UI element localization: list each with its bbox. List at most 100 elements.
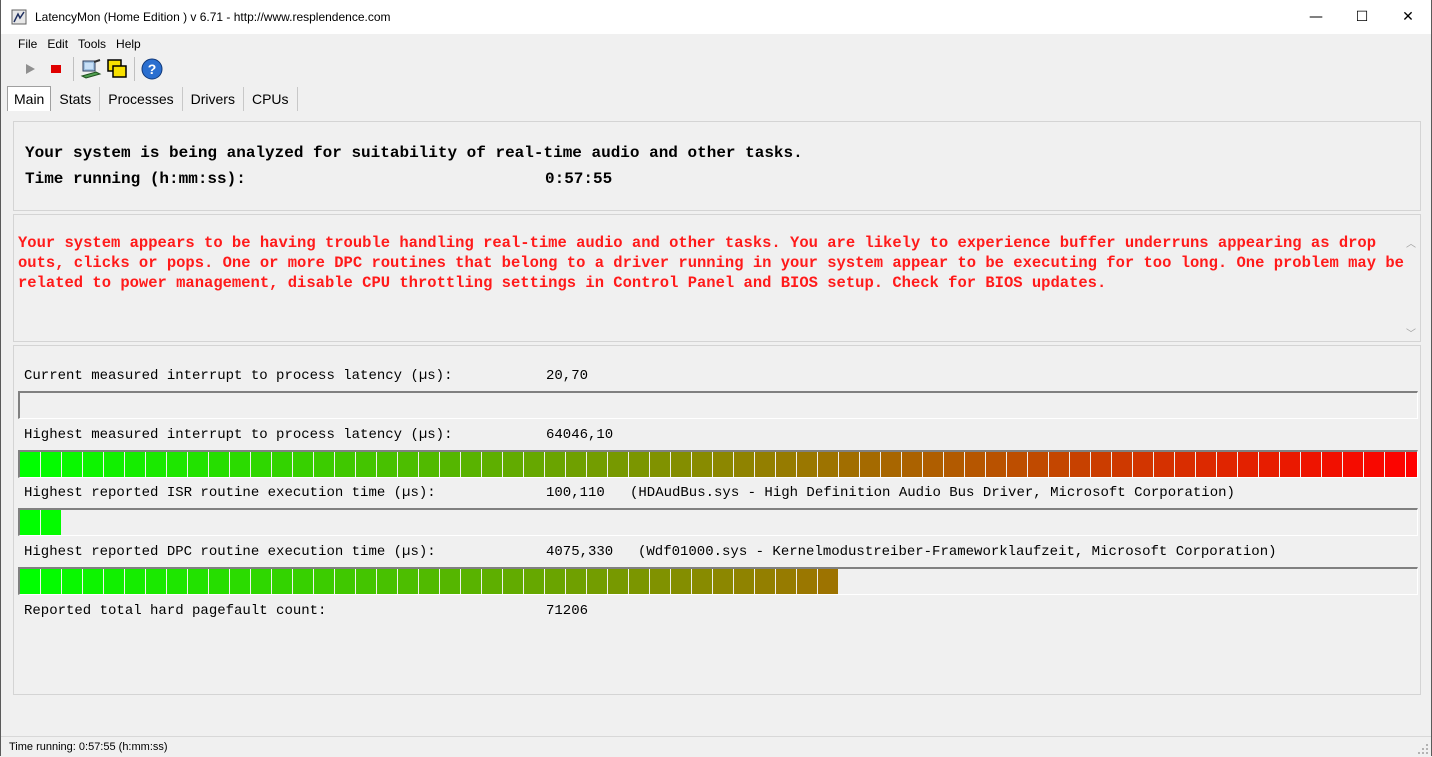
bar-segment xyxy=(1322,452,1342,477)
windows-button[interactable] xyxy=(104,56,130,82)
bar-segment xyxy=(398,569,418,594)
warning-text: Your system appears to be having trouble… xyxy=(18,234,1404,292)
bar-segment xyxy=(482,569,502,594)
toolbar-separator-2 xyxy=(134,57,135,81)
bar-segment-gap xyxy=(775,569,776,594)
bar-segment-gap xyxy=(187,569,188,594)
bar-segment xyxy=(125,569,145,594)
bar-segment-gap xyxy=(523,569,524,594)
dpc-driver: (Wdf01000.sys - Kernelmodustreiber-Frame… xyxy=(638,544,1277,560)
resize-grip-icon[interactable] xyxy=(1417,743,1429,755)
bar-segment-gap xyxy=(817,452,818,477)
maximize-button[interactable]: ☐ xyxy=(1339,0,1385,34)
bar-segment xyxy=(440,452,460,477)
help-button[interactable]: ? xyxy=(139,56,165,82)
bar-segment xyxy=(377,452,397,477)
bar-segment xyxy=(377,569,397,594)
bar-segment-gap xyxy=(796,452,797,477)
bar-segment xyxy=(545,569,565,594)
window-controls: — ☐ ✕ xyxy=(1293,0,1431,34)
dpc-time-bar xyxy=(18,567,1418,595)
bar-segment-gap xyxy=(334,452,335,477)
bar-segment xyxy=(335,452,355,477)
isr-time-bar-svg xyxy=(20,510,62,535)
bar-segment-gap xyxy=(355,569,356,594)
bar-segment xyxy=(566,452,586,477)
menu-help[interactable]: Help xyxy=(111,37,146,51)
bar-segment xyxy=(692,452,712,477)
bar-segment xyxy=(125,452,145,477)
bar-segment xyxy=(20,510,40,535)
scroll-down-icon[interactable]: ﹀ xyxy=(1406,325,1416,340)
bar-segment xyxy=(146,569,166,594)
close-button[interactable]: ✕ xyxy=(1385,0,1431,34)
bar-segment-gap xyxy=(733,452,734,477)
bar-segment xyxy=(20,452,40,477)
bar-segment xyxy=(188,452,208,477)
menu-file[interactable]: File xyxy=(13,37,42,51)
bar-segment xyxy=(1259,452,1279,477)
bar-segment xyxy=(986,452,1006,477)
bar-segment-gap xyxy=(922,452,923,477)
bar-segment xyxy=(440,569,460,594)
menu-edit[interactable]: Edit xyxy=(42,37,73,51)
bar-segment-gap xyxy=(61,452,62,477)
bar-segment-gap xyxy=(1069,452,1070,477)
bar-segment xyxy=(881,452,901,477)
bar-segment-gap xyxy=(1027,452,1028,477)
bar-segment xyxy=(902,452,922,477)
scroll-up-icon[interactable]: ︿ xyxy=(1406,235,1416,250)
bar-segment-gap xyxy=(145,452,146,477)
stop-button[interactable] xyxy=(43,56,69,82)
tab-main[interactable]: Main xyxy=(7,86,52,111)
bar-segment xyxy=(1007,452,1027,477)
bar-segment-gap xyxy=(691,569,692,594)
tab-cpus[interactable]: CPUs xyxy=(244,87,298,111)
bar-segment xyxy=(230,569,250,594)
time-running-label: Time running (h:mm:ss): xyxy=(25,170,246,188)
bar-segment-gap xyxy=(586,452,587,477)
bar-segment xyxy=(272,569,292,594)
bar-segment-gap xyxy=(775,452,776,477)
bar-segment xyxy=(314,452,334,477)
bar-segment-gap xyxy=(187,452,188,477)
bar-segment xyxy=(734,452,754,477)
bar-segment-gap xyxy=(439,569,440,594)
bar-segment xyxy=(104,452,124,477)
bar-segment-gap xyxy=(313,569,314,594)
bar-segment-gap xyxy=(376,569,377,594)
app-icon xyxy=(11,9,27,25)
bar-segment-gap xyxy=(292,569,293,594)
bar-segment xyxy=(251,452,271,477)
bar-segment xyxy=(1049,452,1069,477)
bar-segment xyxy=(251,569,271,594)
bar-segment-gap xyxy=(103,452,104,477)
bar-segment xyxy=(755,569,775,594)
tab-drivers[interactable]: Drivers xyxy=(183,87,244,111)
bar-segment xyxy=(1238,452,1258,477)
bar-segment xyxy=(272,452,292,477)
bar-segment xyxy=(1175,452,1195,477)
bar-segment xyxy=(1364,452,1384,477)
bar-segment-gap xyxy=(1195,452,1196,477)
bar-segment xyxy=(839,452,859,477)
play-icon xyxy=(26,64,35,74)
warning-panel[interactable]: Your system appears to be having trouble… xyxy=(13,214,1421,342)
title-bar[interactable]: LatencyMon (Home Edition ) v 6.71 - http… xyxy=(1,0,1431,34)
tab-processes[interactable]: Processes xyxy=(100,87,183,111)
computer-button[interactable] xyxy=(78,56,104,82)
bar-segment-gap xyxy=(460,452,461,477)
minimize-icon: — xyxy=(1309,9,1323,25)
start-button[interactable] xyxy=(17,56,43,82)
minimize-button[interactable]: — xyxy=(1293,0,1339,34)
current-latency-bar xyxy=(18,391,1418,419)
bar-segment xyxy=(1070,452,1090,477)
pagefault-value: 71206 xyxy=(546,603,589,619)
bar-segment-gap xyxy=(586,569,587,594)
bar-segment xyxy=(62,452,82,477)
highest-latency-bar-svg xyxy=(20,452,1417,477)
tab-stats[interactable]: Stats xyxy=(51,87,101,111)
bar-segment-gap xyxy=(40,569,41,594)
menu-tools[interactable]: Tools xyxy=(73,37,111,51)
bar-segment-gap xyxy=(1174,452,1175,477)
